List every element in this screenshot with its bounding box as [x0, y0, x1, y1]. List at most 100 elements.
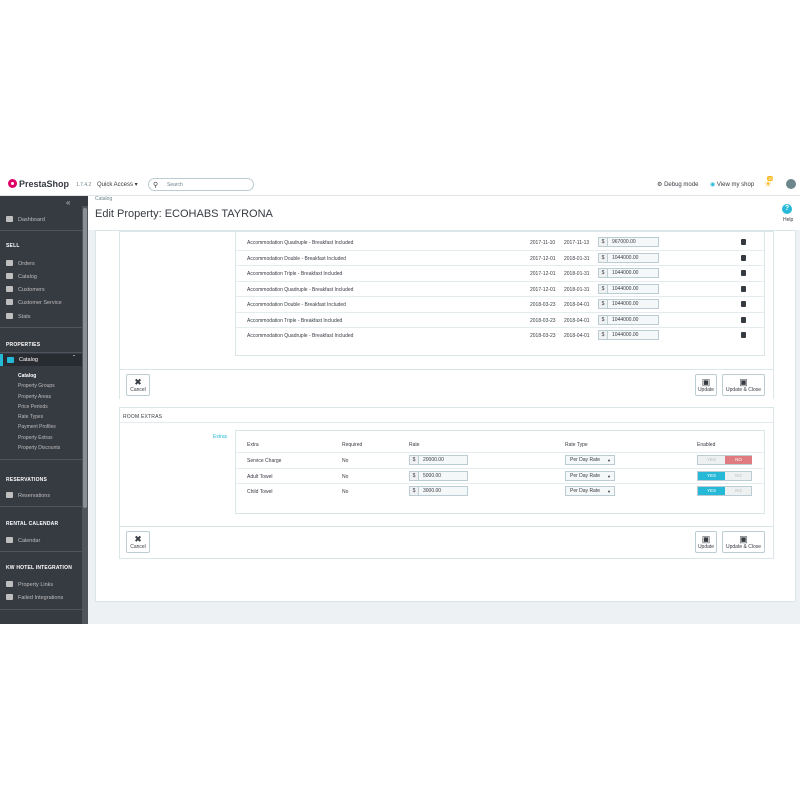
sidebar-subitem-catalog[interactable]: Catalog	[18, 373, 36, 379]
eye-icon: ◉	[710, 182, 716, 188]
enabled-toggle[interactable]: YES NO	[697, 470, 752, 481]
prestashop-logo[interactable]: PrestaShop	[8, 179, 69, 189]
help-icon[interactable]: ?	[782, 204, 792, 214]
table-row: Accommodation Quadruple - Breakfast Incl…	[236, 282, 764, 297]
sidebar-subitem-property-extras[interactable]: Property Extras	[18, 435, 52, 441]
toggle-no[interactable]: NO	[725, 487, 752, 495]
rate-amount-input[interactable]: 1044000.00	[607, 268, 659, 278]
trash-icon[interactable]	[741, 254, 746, 261]
sidebar-item-failed-integrations[interactable]: Failed Integrations	[6, 594, 63, 601]
bug-icon: ⚙	[657, 182, 663, 188]
toggle-yes[interactable]: YES	[698, 487, 725, 495]
trash-icon[interactable]	[741, 270, 746, 276]
trash-icon[interactable]	[741, 285, 746, 292]
rate-from-date: 2017-11-10	[530, 240, 556, 246]
sidebar-item-calendar[interactable]: Calendar	[6, 537, 40, 544]
rate-from-date: 2017-12-01	[530, 255, 556, 262]
rate-amount-input[interactable]: 1044000.00	[607, 314, 659, 325]
rate-to-date: 2018-04-01	[564, 302, 590, 308]
sidebar-subitem-rate-types[interactable]: Rate Types	[18, 414, 43, 420]
toggle-no[interactable]: NO	[725, 456, 752, 464]
sidebar-item-properties-catalog[interactable]: Catalog ˆ	[0, 354, 82, 366]
rate-name: Accommodation Double - Breakfast Include…	[247, 255, 346, 262]
rate-type-value: Per Day Rate	[570, 472, 601, 479]
trash-icon[interactable]	[741, 239, 746, 245]
update-close-button[interactable]: ▣ Update & Close	[722, 531, 765, 553]
sidebar-subitem-price-periods[interactable]: Price Periods	[18, 404, 48, 410]
toggle-yes[interactable]: YES	[698, 471, 725, 480]
column-header-extra: Extra	[247, 442, 259, 448]
cancel-button[interactable]: ✖ Cancel	[126, 374, 150, 396]
rate-amount-input[interactable]: 967000.00	[607, 237, 659, 247]
rate-name: Accommodation Triple - Breakfast Include…	[247, 317, 343, 324]
update-button[interactable]: ▣ Update	[695, 374, 717, 396]
toggle-no[interactable]: NO	[725, 472, 752, 480]
sidebar-section-reservations: RESERVATIONS	[6, 477, 48, 483]
sidebar-subitem-property-discounts[interactable]: Property Discounts	[18, 445, 60, 451]
sidebar-subitem-property-groups[interactable]: Property Groups	[18, 383, 55, 389]
update-close-label: Update & Close	[725, 387, 762, 393]
breadcrumb[interactable]: Catalog	[95, 196, 112, 202]
sidebar-subitem-property-areas[interactable]: Property Areas	[18, 394, 51, 400]
trash-icon[interactable]	[741, 332, 746, 338]
sidebar-divider	[0, 230, 82, 231]
debug-mode-link[interactable]: ⚙ Debug mode	[657, 181, 698, 188]
rate-amount-input[interactable]: 1044000.00	[607, 299, 659, 309]
cancel-label: Cancel	[130, 544, 146, 550]
share-icon	[6, 594, 13, 600]
collapse-sidebar-icon[interactable]: «	[66, 198, 70, 207]
caret-down-icon: ▼	[607, 489, 611, 494]
rate-type-select[interactable]: Per Day Rate ▼	[565, 470, 615, 481]
save-icon: ▣	[701, 377, 711, 387]
view-shop-link[interactable]: ◉ View my shop	[710, 181, 754, 188]
sidebar-scrollbar-thumb[interactable]	[83, 208, 87, 508]
search-input[interactable]: ⚲ Search	[148, 178, 254, 191]
extra-rate-input[interactable]: 3000.00	[418, 486, 468, 496]
rate-to-date: 2018-04-01	[564, 333, 590, 339]
extra-rate-input[interactable]: 5000.00	[418, 470, 468, 481]
trash-icon[interactable]	[741, 316, 746, 323]
sidebar-item-label: Orders	[18, 261, 35, 267]
user-avatar-icon[interactable]	[786, 179, 796, 189]
update-button[interactable]: ▣ Update	[695, 531, 717, 553]
prestashop-logo-icon	[8, 179, 17, 188]
sidebar-item-dashboard[interactable]: Dashboard	[6, 216, 45, 223]
sidebar-item-customers[interactable]: Customers	[6, 286, 45, 293]
sidebar-item-label: Customers	[18, 287, 45, 293]
sidebar-section-properties: PROPERTIES	[6, 342, 41, 348]
update-close-button[interactable]: ▣ Update & Close	[722, 374, 765, 396]
app-window: PrestaShop 1.7.4.2 Quick Access ▾ ⚲ Sear…	[0, 174, 800, 624]
sidebar-item-customer-service[interactable]: Customer Service	[6, 299, 62, 306]
rate-name: Accommodation Triple - Breakfast Include…	[247, 271, 343, 277]
update-close-label: Update & Close	[725, 544, 762, 550]
toggle-yes[interactable]: YES	[698, 456, 725, 464]
sidebar-item-property-links[interactable]: Property Links	[6, 581, 53, 588]
help-label[interactable]: Help	[783, 217, 793, 223]
rate-type-value: Per Day Rate	[570, 488, 601, 494]
rate-to-date: 2018-01-31	[564, 255, 590, 262]
trash-icon[interactable]	[741, 301, 746, 307]
sidebar-item-orders[interactable]: Orders	[6, 260, 35, 267]
column-header-rate-type: Rate Type	[565, 442, 588, 448]
quick-access-dropdown[interactable]: Quick Access ▾	[97, 181, 138, 188]
enabled-toggle[interactable]: YES NO	[697, 486, 752, 496]
rate-type-select[interactable]: Per Day Rate ▼	[565, 455, 615, 465]
rate-type-select[interactable]: Per Day Rate ▼	[565, 486, 615, 496]
rate-amount-input[interactable]: 1044000.00	[607, 283, 659, 294]
sidebar-item-reservations[interactable]: Reservations	[6, 492, 50, 499]
extra-rate-input[interactable]: 20000.00	[418, 455, 468, 465]
sidebar-item-stats[interactable]: Stats	[6, 313, 31, 320]
sidebar-section-kw-hotel: KW HOTEL INTEGRATION	[6, 565, 73, 571]
sidebar-scrollbar[interactable]	[82, 206, 88, 624]
sidebar-subitem-payment-profiles[interactable]: Payment Profiles	[18, 424, 56, 430]
rate-amount-input[interactable]: 1044000.00	[607, 330, 659, 340]
notifications-button[interactable]: ☀ 10	[764, 176, 774, 189]
sidebar-divider	[0, 506, 82, 507]
calendar-icon	[6, 492, 13, 498]
rate-from-date: 2018-03-23	[530, 333, 556, 339]
rate-amount-input[interactable]: 1044000.00	[607, 252, 659, 263]
update-label: Update	[697, 544, 715, 550]
enabled-toggle[interactable]: YES NO	[697, 455, 752, 465]
cancel-button[interactable]: ✖ Cancel	[126, 531, 150, 553]
sidebar-item-catalog[interactable]: Catalog	[6, 273, 37, 280]
